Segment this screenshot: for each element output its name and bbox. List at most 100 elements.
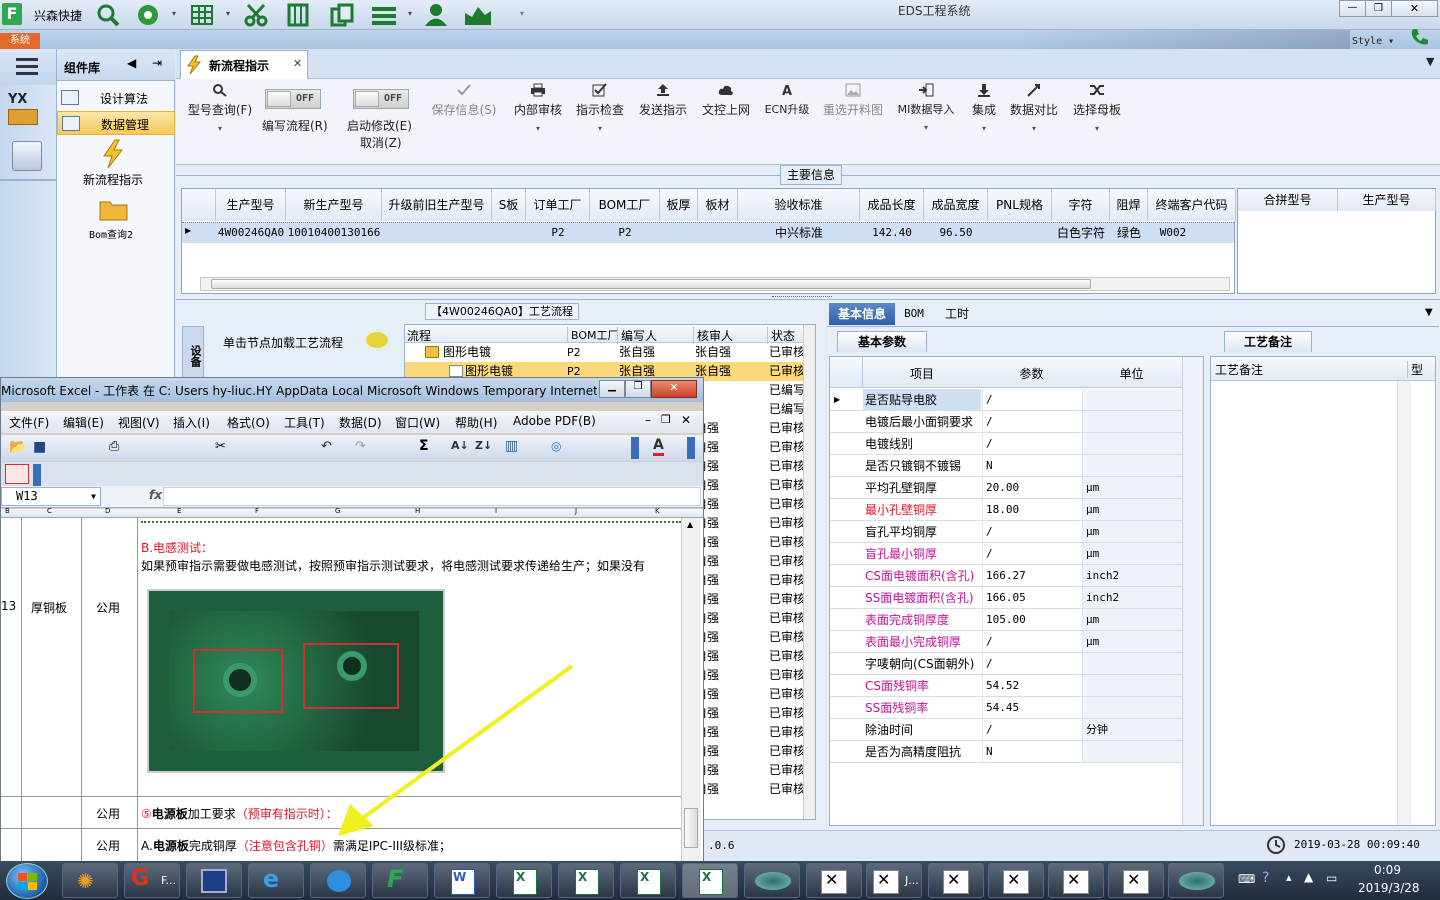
taskbar-app-eds[interactable]: F — [372, 863, 428, 898]
param-value[interactable]: / — [982, 653, 1081, 674]
reselect-cutting-chart-button[interactable]: 重选开料图 — [821, 83, 885, 118]
param-value[interactable]: 166.05 — [982, 587, 1081, 608]
param-row[interactable]: 是否只镀铜不镀锡 N — [830, 455, 1182, 477]
param-row[interactable]: 表面完成铜厚度 105.00 μm — [830, 609, 1182, 631]
col-header[interactable]: 升级前旧生产型号 — [382, 189, 492, 221]
param-row[interactable]: 是否为高精度阻抗 N — [830, 741, 1182, 763]
param-row[interactable]: ▶ 是否贴导电胶 / — [830, 389, 1182, 411]
col-header[interactable]: 单位 — [1082, 365, 1181, 382]
tab-bom[interactable]: BOM — [899, 303, 929, 325]
phone-icon[interactable] — [1408, 26, 1430, 48]
col-header-c[interactable]: C — [47, 507, 52, 515]
param-value[interactable]: 20.00 — [982, 477, 1081, 498]
subtab-basic-params[interactable]: 基本参数 — [837, 331, 927, 352]
yx-module-icon[interactable]: YX — [8, 93, 48, 129]
col-header[interactable]: PNL规格 — [988, 189, 1052, 221]
col-header[interactable]: 状态 — [767, 327, 795, 344]
mi-data-import-button[interactable]: MI数据导入 ▾ — [893, 83, 959, 132]
col-header[interactable]: S板 — [492, 189, 526, 221]
col-header[interactable]: 生产型号 — [216, 189, 286, 221]
system-tab[interactable]: 系统 — [0, 33, 40, 49]
chart-icon[interactable] — [463, 3, 493, 27]
minimize-button[interactable]: — — [1339, 0, 1366, 17]
excel-vertical-scrollbar[interactable]: ▲ — [681, 518, 701, 861]
param-value[interactable]: 166.27 — [982, 565, 1081, 586]
col-header-k[interactable]: K — [655, 507, 660, 515]
param-row[interactable]: 最小孔壁铜厚 18.00 μm — [830, 499, 1182, 521]
ecn-upgrade-button[interactable]: A ECN升级 — [762, 83, 812, 117]
param-row[interactable]: CS面残铜率 54.52 — [830, 675, 1182, 697]
col-header[interactable]: 订单工厂 — [526, 189, 590, 221]
cancel-label[interactable]: 取消(Z) — [360, 134, 402, 151]
taskbar-app-eye-2[interactable] — [1168, 863, 1224, 898]
sort-asc-icon[interactable]: A↓ — [451, 439, 469, 452]
col-header[interactable]: BOM工厂 — [590, 189, 660, 221]
param-value[interactable]: N — [982, 741, 1081, 762]
taskbar-app-x-5[interactable]: ✕ — [1048, 863, 1104, 898]
param-row[interactable]: 表面最小完成铜厚 / μm — [830, 631, 1182, 653]
param-row[interactable]: SS面电镀面积(含孔) 166.05 inch2 — [830, 587, 1182, 609]
col-header[interactable]: 合拼型号 — [1238, 189, 1338, 211]
scroll-up-icon[interactable]: ▲ — [687, 520, 693, 529]
cut-icon[interactable]: ✂ — [215, 439, 226, 454]
col-header[interactable]: 参数 — [982, 365, 1081, 382]
toolbar-overflow[interactable] — [631, 437, 639, 459]
menu-button[interactable] — [0, 49, 56, 85]
menu-format[interactable]: 格式(O) — [227, 414, 270, 431]
undo-icon[interactable]: ↶ — [321, 439, 332, 454]
open-icon[interactable]: 📂 — [9, 439, 26, 455]
col-header[interactable]: 成品长度 — [860, 189, 924, 221]
cell-d14[interactable]: 公用 — [96, 805, 120, 822]
col-header[interactable]: 工艺备注 — [1215, 361, 1263, 378]
col-header[interactable]: BOM工厂 — [567, 327, 619, 343]
param-value[interactable]: / — [982, 389, 1081, 410]
param-value[interactable]: 18.00 — [982, 499, 1081, 520]
start-button[interactable] — [6, 863, 48, 899]
film-icon[interactable] — [286, 3, 310, 27]
sort-desc-icon[interactable]: Z↓ — [475, 439, 492, 452]
taskbar-app-shell[interactable]: ✺ — [62, 863, 118, 898]
param-row[interactable]: SS面残铜率 54.45 — [830, 697, 1182, 719]
taskbar-app-eye[interactable] — [744, 863, 800, 898]
col-header[interactable]: 核审人 — [693, 327, 733, 344]
excel-close-button[interactable]: ✕ — [651, 380, 697, 398]
cell-d15[interactable]: 公用 — [96, 837, 120, 854]
menu-view[interactable]: 视图(V) — [118, 414, 160, 431]
formula-input[interactable] — [163, 487, 701, 506]
tab-close-icon[interactable]: ✕ — [293, 57, 302, 70]
doc-control-online-button[interactable]: 文控上网 — [700, 83, 752, 118]
internal-review-button[interactable]: 内部审核 ▾ — [510, 83, 566, 133]
help-tray-icon[interactable]: ? — [1262, 870, 1269, 886]
close-button[interactable]: ✕ — [1391, 0, 1438, 17]
tab-list-dropdown-icon[interactable]: ▼ — [1426, 55, 1434, 68]
menu-insert[interactable]: 插入(I) — [173, 414, 210, 431]
tab-process-remarks[interactable]: 工艺备注 — [1224, 331, 1312, 352]
menu-adobe-pdf[interactable]: Adobe PDF(B) — [513, 414, 596, 428]
action-center-icon[interactable]: ▭ — [1326, 871, 1337, 885]
instruction-check-button[interactable]: 指示检查 ▾ — [574, 83, 626, 133]
globe-icon[interactable] — [136, 3, 160, 27]
chart-wizard-icon[interactable]: ▥ — [505, 438, 518, 454]
nav-item-design-algorithm[interactable]: 设计算法 — [57, 86, 175, 110]
fx-icon[interactable]: fx — [149, 488, 162, 502]
start-modify-toggle[interactable]: OFF — [353, 89, 409, 109]
restore-button[interactable]: ❐ — [1365, 0, 1392, 17]
col-header[interactable]: 生产型号 — [1338, 189, 1436, 211]
menu-tools[interactable]: 工具(T) — [284, 414, 325, 431]
menu-data[interactable]: 数据(D) — [339, 414, 382, 431]
taskbar-app-x-1[interactable]: ✕ — [806, 863, 862, 898]
redo-icon[interactable]: ↷ — [355, 439, 366, 454]
doc-restore-icon[interactable]: ❐ — [661, 413, 671, 426]
tab-basic-info[interactable]: 基本信息 — [829, 303, 895, 325]
help-icon[interactable]: ◎ — [551, 439, 561, 453]
dropdown-arrow-icon[interactable]: ▾ — [520, 9, 524, 18]
col-header[interactable]: 型 — [1407, 361, 1423, 378]
horizontal-scrollbar[interactable] — [200, 277, 1230, 291]
cell-c13[interactable]: 厚铜板 — [31, 599, 67, 616]
data-compare-button[interactable]: 数据对比 ▾ — [1008, 83, 1060, 133]
bom-query-button[interactable]: Bom查询2 — [57, 197, 175, 243]
dropdown-arrow-icon[interactable]: ▾ — [226, 9, 230, 18]
param-row[interactable]: 盲孔平均铜厚 / μm — [830, 521, 1182, 543]
menu-file[interactable]: 文件(F) — [9, 414, 49, 431]
dropdown-arrow-icon[interactable]: ▾ — [510, 124, 566, 133]
